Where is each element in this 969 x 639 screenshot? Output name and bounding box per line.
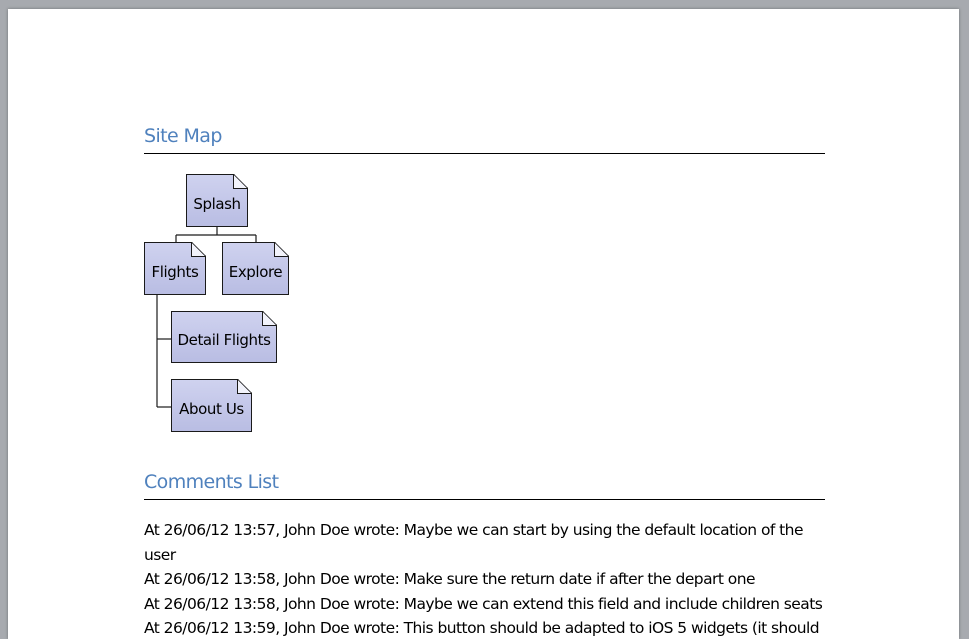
detail-flights-label: Detail Flights xyxy=(177,331,271,349)
sitemap-node-about-us[interactable]: About Us xyxy=(171,379,252,432)
site-map-heading: Site Map xyxy=(144,125,825,154)
comments-list: At 26/06/12 13:57, John Doe wrote: Maybe… xyxy=(144,518,834,639)
comment-item: At 26/06/12 13:58, John Doe wrote: Make … xyxy=(144,570,756,588)
sitemap-node-detail-flights[interactable]: Detail Flights xyxy=(171,311,277,363)
explore-label: Explore xyxy=(228,262,283,281)
comments-list-heading: Comments List xyxy=(144,471,825,500)
about-us-label: About Us xyxy=(179,399,244,418)
sitemap-node-splash[interactable]: Splash xyxy=(186,174,248,227)
sitemap-node-flights[interactable]: Flights xyxy=(144,242,206,295)
comment-item: At 26/06/12 13:57, John Doe wrote: Maybe… xyxy=(144,521,804,564)
comment-item: At 26/06/12 13:59, John Doe wrote: This … xyxy=(144,619,820,637)
sitemap-node-explore[interactable]: Explore xyxy=(222,242,289,295)
flights-label: Flights xyxy=(151,262,199,281)
splash-label: Splash xyxy=(193,194,241,213)
document-page: Site Map Splash Flights Explore Detail F… xyxy=(8,9,959,639)
comment-item: At 26/06/12 13:58, John Doe wrote: Maybe… xyxy=(144,594,823,613)
